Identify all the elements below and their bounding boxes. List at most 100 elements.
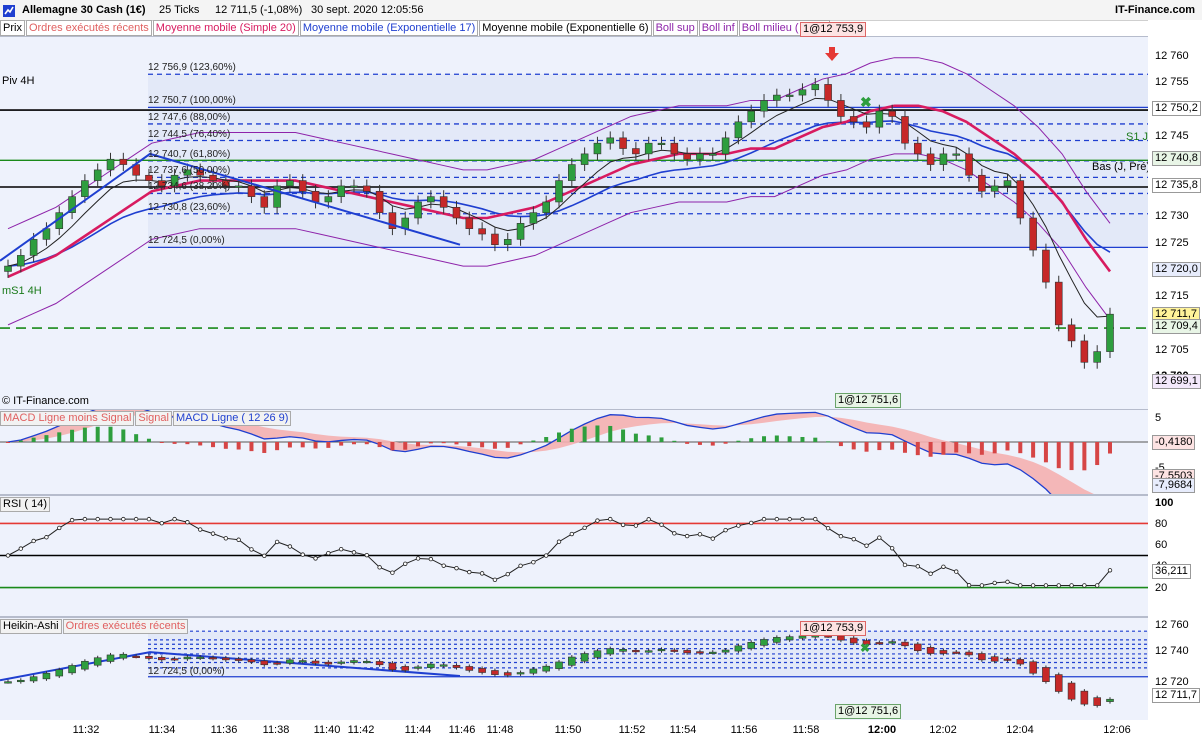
fib-label-5: 12 737,6 (50,00%) [148, 165, 231, 177]
ha-marker-top[interactable]: 1@12 753,9 [800, 621, 867, 636]
legend-price[interactable]: Prix [0, 20, 25, 36]
legend-sma20[interactable]: Moyenne mobile (Simple 20) [152, 20, 299, 36]
macd-hist-bar-12 [159, 442, 164, 443]
order-marker-bottom[interactable]: 1@12 751,6 [835, 393, 902, 408]
rsi-point-16 [210, 531, 216, 536]
timeframe-label[interactable]: 25 Ticks [159, 4, 199, 16]
rsi-point-2 [31, 538, 36, 544]
rsi-point-12 [159, 520, 164, 526]
order-marker-top-label[interactable]: 1@12 753,9 [800, 22, 867, 37]
rsi-chart[interactable] [0, 496, 1148, 616]
ha-label[interactable]: Heikin-Ashi [0, 619, 62, 634]
ha-level-bottom-label: 12 724,5 (0,00%) [148, 666, 225, 677]
ha-axis[interactable] [1148, 617, 1202, 721]
price-panel[interactable]: ✖ Piv 4H mS1 4H S1 J Bas (J, Pré) © IT-F… [0, 36, 1148, 410]
macd-hist-bar-35 [454, 442, 459, 445]
candle-body-84 [1080, 340, 1089, 363]
candle-body-46 [593, 142, 602, 155]
macd-line-label[interactable]: MACD Ligne ( 12 26 9) [172, 411, 292, 426]
ha-body-37 [478, 668, 486, 673]
rsi-point-56 [723, 527, 728, 533]
sell-arrow-icon [825, 47, 839, 61]
ha-marker-bottom[interactable]: 1@12 751,6 [835, 704, 902, 719]
ha-body-24 [311, 660, 320, 664]
candle-body-57 [734, 121, 743, 139]
candle-body-40 [516, 223, 525, 240]
ha-tick-12760: 12 760 [1155, 619, 1189, 631]
time-tick-0: 11:32 [72, 724, 100, 736]
rsi-point-33 [428, 556, 434, 562]
ha-body-12 [157, 657, 166, 661]
ha-body-34 [439, 664, 448, 667]
price-tick-3: 12 745 [1155, 129, 1189, 142]
ha-orders-label[interactable]: Ordres exécutés récents [62, 619, 189, 634]
macd-signal-label[interactable]: Signal [135, 411, 172, 426]
rsi-point-86 [1107, 568, 1113, 573]
bas-label: Bas (J, Pré) [1092, 161, 1148, 173]
rsi-point-40 [518, 563, 523, 568]
rsi-point-58 [749, 520, 754, 526]
fib-label-3: 12 744,5 (76,40%) [148, 128, 231, 140]
macd-hist-bar-11 [146, 438, 151, 442]
candle-body-45 [580, 153, 589, 165]
ha-body-65 [837, 635, 845, 641]
rsi-point-41 [531, 559, 536, 565]
macd-hist-bar-15 [198, 442, 203, 446]
price-label-6: 12 709,4 [1152, 319, 1201, 335]
macd-hist-bar-46 [595, 425, 600, 442]
ha-body-23 [298, 660, 307, 663]
price-chart[interactable]: ✖ [0, 37, 1148, 409]
rsi-point-32 [415, 556, 421, 561]
rsi-label[interactable]: RSI ( 14) [0, 497, 51, 512]
macd-panel[interactable]: MACD Ligne moins Signal Signal MACD Ligne … [0, 409, 1148, 495]
rsi-point-49 [633, 523, 639, 528]
candle-body-73 [939, 153, 948, 165]
rsi-point-34 [441, 563, 446, 568]
ha-body-7 [93, 657, 102, 666]
macd-hist-label[interactable]: MACD Ligne moins Signal [0, 411, 135, 426]
rsi-point-60 [774, 516, 780, 522]
time-tick-16: 12:04 [1006, 724, 1034, 736]
candle-body-80 [1029, 217, 1037, 251]
ha-panel[interactable]: ✖ Heikin-Ashi Ordres exécutés récents 12 … [0, 617, 1148, 721]
fib-label-7: 12 730,8 (23,60%) [148, 201, 231, 213]
macd-hist-bar-26 [339, 442, 344, 446]
candle-body-32 [414, 201, 422, 219]
ha-body-4 [55, 669, 64, 677]
ha-body-42 [542, 665, 550, 672]
macd-hist-bar-38 [492, 442, 497, 449]
fib-label-1: 12 750,7 (100,00%) [148, 95, 236, 107]
macd-hist-bar-85 [1095, 442, 1100, 466]
rsi-point-68 [877, 535, 882, 540]
legend-ema6[interactable]: Moyenne mobile (Exponentielle 6) [479, 20, 652, 36]
legend-ema17[interactable]: Moyenne mobile (Exponentielle 17) [299, 20, 479, 36]
rsi-point-72 [928, 571, 933, 576]
macd-hist-bar-39 [505, 442, 510, 448]
rsi-point-54 [697, 532, 703, 537]
ha-body-6 [81, 660, 89, 670]
rsi-point-57 [736, 523, 741, 528]
legend-boll-sup[interactable]: Boll sup [652, 20, 698, 36]
candle-body-54 [696, 153, 704, 160]
candle-body-36 [465, 217, 474, 229]
macd-hist-bar-17 [223, 442, 228, 449]
ha-body-54 [696, 651, 704, 654]
rsi-axis[interactable] [1148, 495, 1202, 617]
legend-boll-inf[interactable]: Boll inf [698, 20, 738, 36]
time-tick-10: 11:52 [618, 724, 646, 736]
rsi-point-82 [1056, 583, 1061, 588]
candle-body-59 [760, 100, 768, 112]
rsi-tick-20: 20 [1155, 582, 1168, 594]
ha-body-55 [708, 651, 717, 654]
time-tick-2: 11:36 [210, 724, 238, 736]
rsi-point-84 [1082, 583, 1087, 588]
ha-body-2 [29, 676, 38, 682]
ha-body-31 [401, 666, 410, 671]
legend-orders[interactable]: Ordres exécutés récents [25, 20, 152, 36]
ha-body-76 [978, 653, 986, 661]
candle-body-62 [798, 89, 807, 96]
macd-hist-bar-79 [1018, 442, 1023, 454]
rsi-panel[interactable]: RSI ( 14) [0, 495, 1148, 617]
rsi-point-45 [582, 525, 587, 531]
candle-body-53 [683, 153, 691, 160]
